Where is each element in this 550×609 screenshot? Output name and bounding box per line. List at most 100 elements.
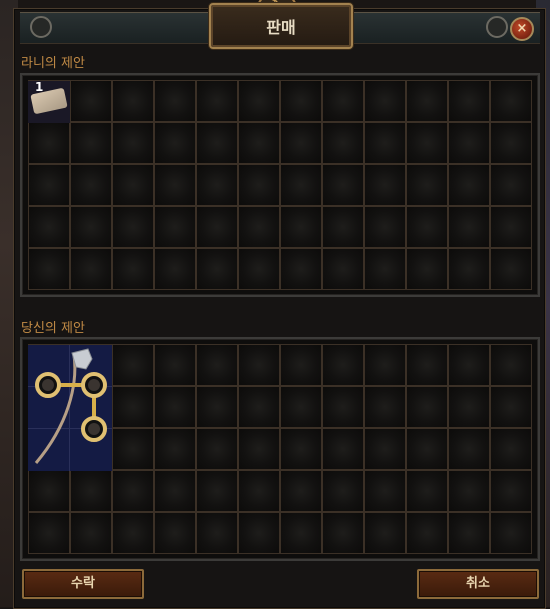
grid-cell[interactable] bbox=[70, 164, 112, 206]
grid-cell[interactable] bbox=[112, 470, 154, 512]
grid-cell[interactable] bbox=[322, 248, 364, 290]
grid-cell[interactable] bbox=[196, 80, 238, 122]
grid-cell[interactable] bbox=[448, 512, 490, 554]
grid-cell[interactable] bbox=[490, 386, 532, 428]
grid-cell[interactable] bbox=[112, 164, 154, 206]
grid-cell[interactable] bbox=[154, 386, 196, 428]
grid-cell[interactable] bbox=[364, 512, 406, 554]
grid-cell[interactable] bbox=[406, 470, 448, 512]
grid-cell[interactable] bbox=[238, 344, 280, 386]
grid-cell[interactable] bbox=[70, 470, 112, 512]
grid-cell[interactable] bbox=[490, 164, 532, 206]
grid-cell[interactable] bbox=[280, 344, 322, 386]
grid-cell[interactable] bbox=[112, 512, 154, 554]
grid-cell[interactable] bbox=[364, 386, 406, 428]
grid-cell[interactable] bbox=[154, 344, 196, 386]
grid-cell[interactable] bbox=[322, 80, 364, 122]
grid-cell[interactable] bbox=[448, 344, 490, 386]
grid-cell[interactable] bbox=[322, 428, 364, 470]
grid-cell[interactable] bbox=[406, 344, 448, 386]
grid-cell[interactable] bbox=[70, 80, 112, 122]
grid-cell[interactable] bbox=[238, 470, 280, 512]
grid-cell[interactable] bbox=[448, 206, 490, 248]
grid-cell[interactable] bbox=[112, 344, 154, 386]
grid-cell[interactable] bbox=[322, 206, 364, 248]
grid-cell[interactable] bbox=[364, 248, 406, 290]
grid-cell[interactable] bbox=[364, 344, 406, 386]
grid-cell[interactable] bbox=[322, 470, 364, 512]
grid-cell[interactable] bbox=[364, 206, 406, 248]
grid-cell[interactable] bbox=[280, 248, 322, 290]
grid-cell[interactable] bbox=[112, 122, 154, 164]
grid-cell[interactable] bbox=[364, 80, 406, 122]
grid-cell[interactable] bbox=[154, 80, 196, 122]
grid-cell[interactable] bbox=[280, 386, 322, 428]
your-item-weapon[interactable] bbox=[28, 345, 112, 471]
grid-cell[interactable] bbox=[154, 512, 196, 554]
grid-cell[interactable] bbox=[154, 248, 196, 290]
grid-cell[interactable] bbox=[490, 428, 532, 470]
grid-cell[interactable] bbox=[28, 470, 70, 512]
grid-cell[interactable] bbox=[154, 206, 196, 248]
grid-cell[interactable] bbox=[154, 470, 196, 512]
grid-cell[interactable] bbox=[448, 80, 490, 122]
grid-cell[interactable] bbox=[196, 122, 238, 164]
grid-cell[interactable] bbox=[448, 386, 490, 428]
grid-cell[interactable] bbox=[238, 386, 280, 428]
grid-cell[interactable] bbox=[448, 164, 490, 206]
grid-cell[interactable] bbox=[196, 248, 238, 290]
grid-cell[interactable] bbox=[196, 164, 238, 206]
grid-cell[interactable] bbox=[406, 512, 448, 554]
grid-cell[interactable] bbox=[322, 512, 364, 554]
grid-cell[interactable] bbox=[406, 206, 448, 248]
grid-cell[interactable] bbox=[28, 164, 70, 206]
grid-cell[interactable] bbox=[280, 428, 322, 470]
grid-cell[interactable] bbox=[112, 206, 154, 248]
grid-cell[interactable] bbox=[364, 428, 406, 470]
grid-cell[interactable] bbox=[280, 80, 322, 122]
grid-cell[interactable] bbox=[280, 122, 322, 164]
close-button[interactable]: × bbox=[510, 17, 534, 41]
grid-cell[interactable] bbox=[364, 122, 406, 164]
grid-cell[interactable] bbox=[280, 164, 322, 206]
grid-cell[interactable] bbox=[154, 164, 196, 206]
grid-cell[interactable] bbox=[406, 386, 448, 428]
accept-button[interactable]: 수락 bbox=[22, 569, 144, 599]
grid-cell[interactable] bbox=[406, 122, 448, 164]
cancel-button[interactable]: 취소 bbox=[417, 569, 539, 599]
grid-cell[interactable] bbox=[238, 122, 280, 164]
grid-cell[interactable] bbox=[112, 248, 154, 290]
grid-cell[interactable] bbox=[28, 512, 70, 554]
grid-cell[interactable] bbox=[490, 248, 532, 290]
grid-cell[interactable] bbox=[448, 428, 490, 470]
grid-cell[interactable] bbox=[406, 248, 448, 290]
vendor-offer-grid[interactable] bbox=[28, 80, 532, 290]
grid-cell[interactable] bbox=[322, 164, 364, 206]
grid-cell[interactable] bbox=[196, 470, 238, 512]
grid-cell[interactable] bbox=[448, 122, 490, 164]
grid-cell[interactable] bbox=[280, 470, 322, 512]
grid-cell[interactable] bbox=[406, 80, 448, 122]
grid-cell[interactable] bbox=[70, 248, 112, 290]
grid-cell[interactable] bbox=[238, 206, 280, 248]
grid-cell[interactable] bbox=[490, 344, 532, 386]
grid-cell[interactable] bbox=[490, 206, 532, 248]
grid-cell[interactable] bbox=[280, 206, 322, 248]
grid-cell[interactable] bbox=[70, 206, 112, 248]
grid-cell[interactable] bbox=[322, 386, 364, 428]
grid-cell[interactable] bbox=[490, 470, 532, 512]
grid-cell[interactable] bbox=[238, 80, 280, 122]
grid-cell[interactable] bbox=[154, 122, 196, 164]
grid-cell[interactable] bbox=[280, 512, 322, 554]
grid-cell[interactable] bbox=[112, 386, 154, 428]
grid-cell[interactable] bbox=[196, 428, 238, 470]
grid-cell[interactable] bbox=[28, 122, 70, 164]
grid-cell[interactable] bbox=[70, 122, 112, 164]
grid-cell[interactable] bbox=[238, 512, 280, 554]
grid-cell[interactable] bbox=[28, 248, 70, 290]
grid-cell[interactable] bbox=[406, 164, 448, 206]
grid-cell[interactable] bbox=[28, 206, 70, 248]
grid-cell[interactable] bbox=[448, 248, 490, 290]
grid-cell[interactable] bbox=[196, 206, 238, 248]
grid-cell[interactable] bbox=[238, 428, 280, 470]
